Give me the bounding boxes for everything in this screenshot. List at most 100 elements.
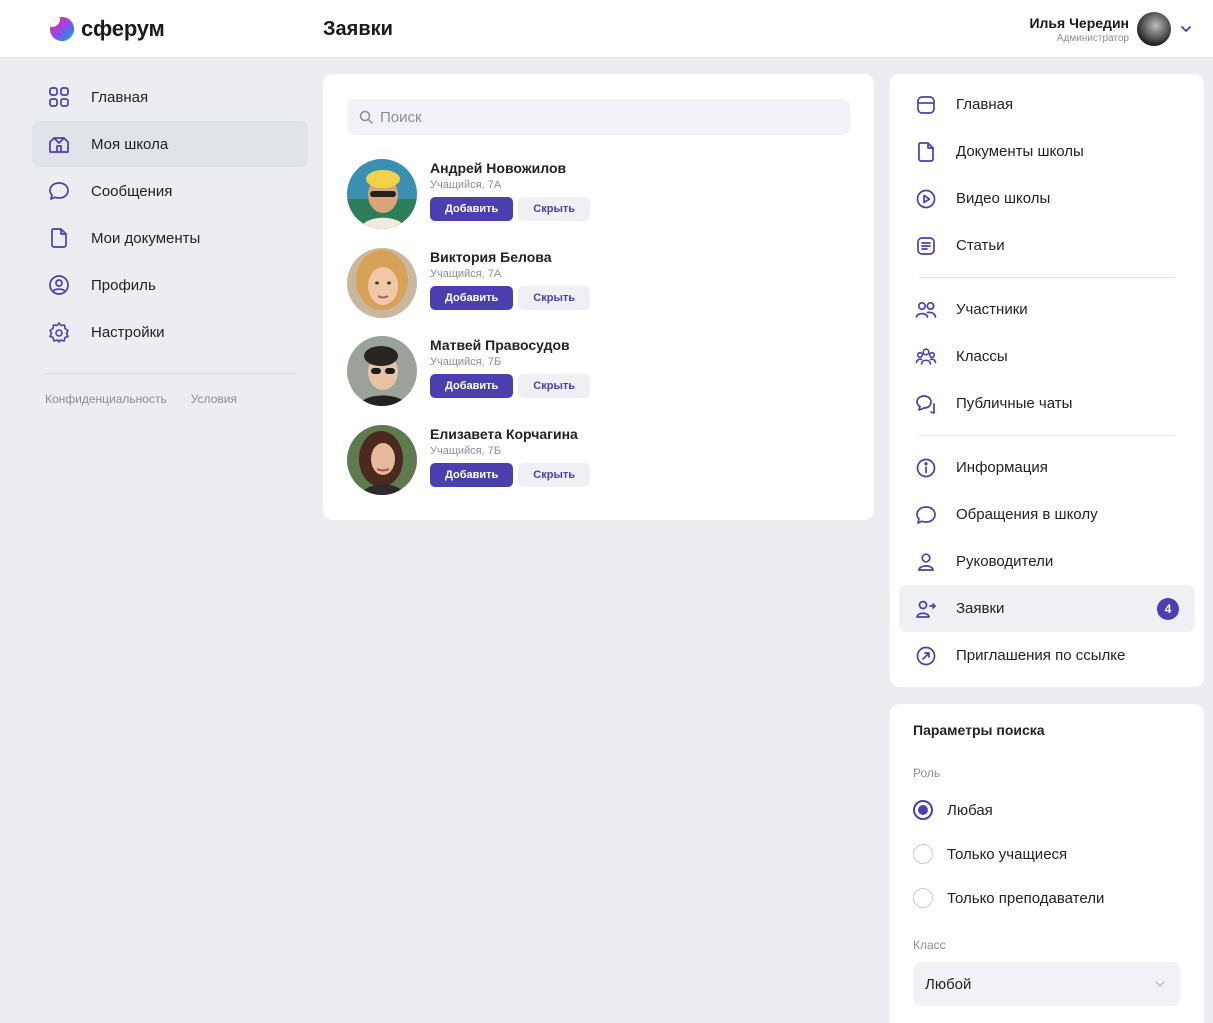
- school-menu-leaders[interactable]: Руководители: [899, 538, 1195, 585]
- school-menu-label: Обращения в школу: [956, 506, 1098, 523]
- request-actions: Добавить Скрыть: [430, 462, 590, 487]
- grid-icon: [48, 86, 70, 108]
- request-name: Виктория Белова: [430, 248, 552, 265]
- request-info: Елизавета Корчагина Учащийся, 7Б Добавит…: [430, 426, 590, 487]
- school-menu-public-chats[interactable]: Публичные чаты: [899, 380, 1195, 427]
- avatar[interactable]: [347, 159, 417, 229]
- home-card-icon: [915, 94, 937, 116]
- profile-icon: [48, 274, 70, 296]
- logo[interactable]: сферум: [50, 16, 165, 42]
- filters-title: Параметры поиска: [913, 722, 1045, 738]
- add-button[interactable]: Добавить: [430, 285, 514, 310]
- divider: [919, 435, 1175, 436]
- school-menu-label: Главная: [956, 96, 1014, 113]
- request-info: Виктория Белова Учащийся, 7А Добавить Ск…: [430, 249, 590, 310]
- radio-role-students[interactable]: Только учащиеся: [913, 840, 1181, 868]
- nav-item-my-school[interactable]: Моя школа: [32, 121, 308, 167]
- nav-item-messages[interactable]: Сообщения: [32, 168, 308, 214]
- request-actions: Добавить Скрыть: [430, 374, 590, 398]
- request-actions: Добавить Скрыть: [430, 285, 590, 310]
- school-menu-classes[interactable]: Классы: [899, 333, 1195, 380]
- message-icon: [48, 180, 70, 202]
- school-menu-label: Участники: [956, 301, 1028, 318]
- radio-button[interactable]: [913, 888, 933, 908]
- logo-text: сферум: [81, 16, 165, 41]
- article-icon: [915, 235, 937, 257]
- school-menu-home[interactable]: Главная: [899, 81, 1195, 128]
- school-menu-label: Видео школы: [956, 190, 1051, 207]
- classes-icon: [915, 346, 937, 368]
- school-menu-label: Классы: [956, 348, 1008, 365]
- nav-item-label: Настройки: [91, 323, 165, 341]
- school-menu-label: Документы школы: [956, 143, 1084, 160]
- terms-link[interactable]: Условия: [191, 392, 237, 406]
- request-info: Андрей Новожилов Учащийся, 7А Добавить С…: [430, 160, 590, 221]
- school-menu-video[interactable]: Видео школы: [899, 175, 1195, 222]
- nav-item-label: Главная: [91, 88, 149, 106]
- request-name: Матвей Правосудов: [430, 337, 570, 353]
- search-input[interactable]: [380, 108, 840, 126]
- class-label: Класс: [913, 938, 946, 952]
- avatar[interactable]: [1137, 12, 1171, 46]
- nav-item-home[interactable]: Главная: [32, 74, 308, 120]
- gear-icon: [48, 321, 70, 343]
- chevron-down-icon[interactable]: [1177, 20, 1195, 38]
- nav-item-settings[interactable]: Настройки: [32, 309, 308, 355]
- play-icon: [915, 188, 937, 210]
- request-role: Учащийся, 7Б: [430, 356, 502, 368]
- school-menu-label: Статьи: [956, 237, 1005, 254]
- hide-button[interactable]: Скрыть: [518, 462, 590, 487]
- person-icon: [915, 551, 937, 573]
- search-bar[interactable]: [347, 99, 850, 135]
- radio-label: Любая: [947, 801, 993, 819]
- radio-role-teachers[interactable]: Только преподаватели: [913, 884, 1181, 912]
- document-icon: [48, 227, 70, 249]
- request-info: Матвей Правосудов Учащийся, 7Б Добавить …: [430, 337, 590, 398]
- request-name: Андрей Новожилов: [430, 160, 567, 176]
- school-menu-label: Руководители: [956, 553, 1054, 570]
- divider: [919, 277, 1175, 278]
- school-menu-participants[interactable]: Участники: [899, 286, 1195, 333]
- avatar[interactable]: [347, 424, 417, 495]
- page-title: Заявки: [323, 18, 393, 40]
- school-menu-info[interactable]: Информация: [899, 444, 1195, 491]
- document-icon: [915, 141, 937, 163]
- add-button[interactable]: Добавить: [430, 197, 514, 221]
- user-menu[interactable]: Илья Чередин Администратор: [1029, 12, 1195, 46]
- search-params-card: Параметры поиска Роль Любая Только учащи…: [890, 704, 1204, 1023]
- school-menu-documents[interactable]: Документы школы: [899, 128, 1195, 175]
- radio-role-any[interactable]: Любая: [913, 796, 1181, 824]
- avatar[interactable]: [347, 336, 417, 406]
- radio-button[interactable]: [913, 800, 933, 820]
- requests-card: Андрей Новожилов Учащийся, 7А Добавить С…: [323, 74, 874, 520]
- add-button[interactable]: Добавить: [430, 374, 514, 398]
- school-icon: [48, 133, 70, 155]
- school-menu-invitations[interactable]: Приглашения по ссылке: [899, 632, 1195, 679]
- hide-button[interactable]: Скрыть: [518, 197, 590, 221]
- nav-item-label: Сообщения: [91, 182, 173, 200]
- radio-button[interactable]: [913, 844, 933, 864]
- nav-item-my-documents[interactable]: Мои документы: [32, 215, 308, 261]
- hide-button[interactable]: Скрыть: [518, 285, 590, 310]
- info-icon: [915, 457, 937, 479]
- nav-item-profile[interactable]: Профиль: [32, 262, 308, 308]
- person-arrow-icon: [915, 598, 937, 620]
- hide-button[interactable]: Скрыть: [518, 374, 590, 398]
- avatar[interactable]: [347, 247, 417, 318]
- school-menu-appeals[interactable]: Обращения в школу: [899, 491, 1195, 538]
- radio-label: Только преподаватели: [947, 889, 1105, 907]
- class-select-value: Любой: [925, 975, 972, 993]
- nav-item-label: Мои документы: [91, 229, 201, 247]
- footer-links: Конфиденциальность Условия: [32, 374, 308, 406]
- class-select[interactable]: Любой: [913, 962, 1181, 1006]
- nav-item-label: Профиль: [91, 276, 156, 294]
- school-menu: Главная Документы школы Видео школы Стат…: [890, 74, 1204, 687]
- privacy-link[interactable]: Конфиденциальность: [45, 392, 167, 406]
- people-icon: [915, 299, 937, 321]
- user-text: Илья Чередин Администратор: [1029, 15, 1129, 44]
- school-menu-articles[interactable]: Статьи: [899, 222, 1195, 269]
- add-button[interactable]: Добавить: [430, 462, 514, 487]
- school-menu-requests[interactable]: Заявки 4: [899, 585, 1195, 632]
- search-icon: [359, 110, 373, 124]
- school-menu-label: Заявки: [956, 600, 1005, 617]
